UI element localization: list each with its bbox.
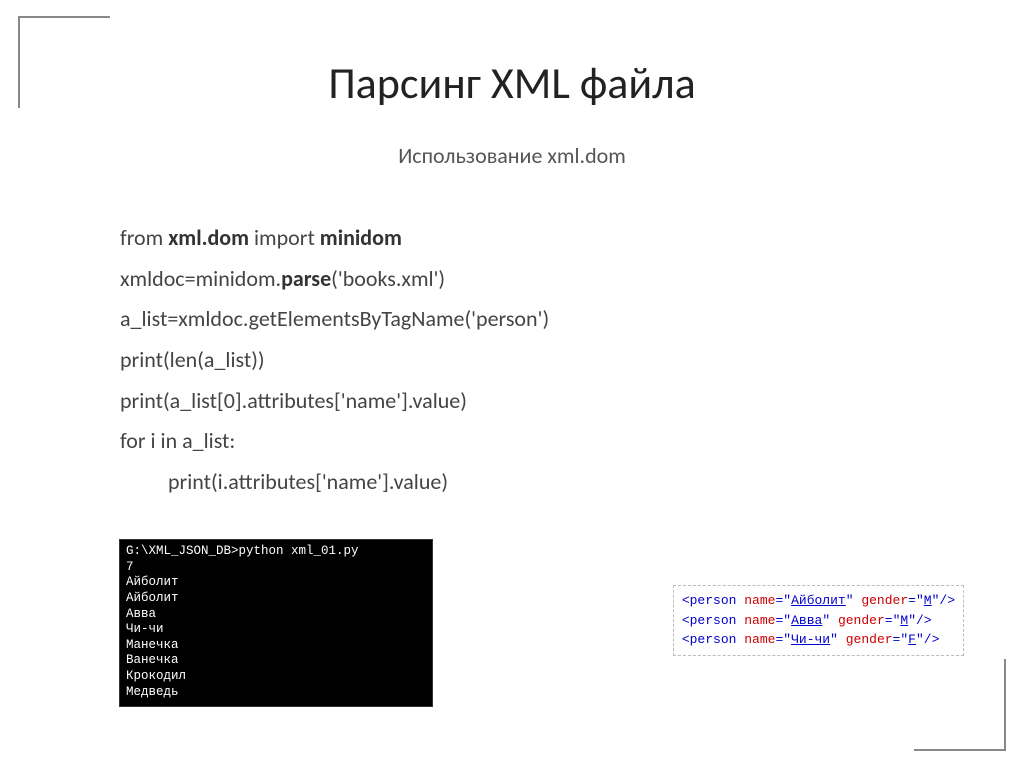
terminal-line: Чи-чи bbox=[126, 622, 426, 638]
terminal-output: G:\XML_JSON_DB>python xml_01.py 7 Айболи… bbox=[120, 540, 432, 706]
code-text: print(i.attributes['name'].value) bbox=[120, 462, 448, 503]
terminal-prompt: G:\XML_JSON_DB>python xml_01.py bbox=[126, 544, 426, 560]
code-line: xmldoc=minidom.parse('books.xml') bbox=[120, 259, 549, 300]
python-code-block: from xml.dom import minidom xmldoc=minid… bbox=[120, 218, 549, 503]
xml-snippet: <person name="Айболит" gender="M"/><pers… bbox=[673, 585, 964, 656]
code-line: print(len(a_list)) bbox=[120, 340, 549, 381]
terminal-line: Авва bbox=[126, 607, 426, 623]
corner-decoration-bottom-right bbox=[914, 659, 1006, 751]
xml-line: <person name="Авва" gender="M"/> bbox=[682, 611, 955, 631]
code-line: a_list=xmldoc.getElementsByTagName('pers… bbox=[120, 299, 549, 340]
code-line: from xml.dom import minidom bbox=[120, 218, 549, 259]
code-text: from bbox=[120, 224, 168, 251]
terminal-line: Крокодил bbox=[126, 669, 426, 685]
code-text: xmldoc=minidom. bbox=[120, 265, 281, 292]
xml-line: <person name="Айболит" gender="M"/> bbox=[682, 591, 955, 611]
code-keyword: minidom bbox=[320, 224, 402, 251]
terminal-line: 7 bbox=[126, 560, 426, 576]
terminal-line: Айболит bbox=[126, 575, 426, 591]
terminal-line: Ванечка bbox=[126, 653, 426, 669]
terminal-line: Манечка bbox=[126, 638, 426, 654]
code-keyword: parse bbox=[281, 265, 331, 292]
slide-subtitle: Использование xml.dom bbox=[0, 142, 1024, 169]
code-line: print(i.attributes['name'].value) bbox=[120, 462, 549, 503]
xml-line: <person name="Чи-чи" gender="F"/> bbox=[682, 630, 955, 650]
code-text: ('books.xml') bbox=[331, 265, 445, 292]
terminal-line: Айболит bbox=[126, 591, 426, 607]
code-keyword: xml.dom bbox=[168, 224, 249, 251]
code-line: for i in a_list: bbox=[120, 421, 549, 462]
terminal-line: Медведь bbox=[126, 685, 426, 701]
slide-title: Парсинг XML файла bbox=[0, 56, 1024, 110]
code-line: print(a_list[0].attributes['name'].value… bbox=[120, 381, 549, 422]
code-text: import bbox=[249, 224, 320, 251]
slide: Парсинг XML файла Использование xml.dom … bbox=[0, 0, 1024, 767]
